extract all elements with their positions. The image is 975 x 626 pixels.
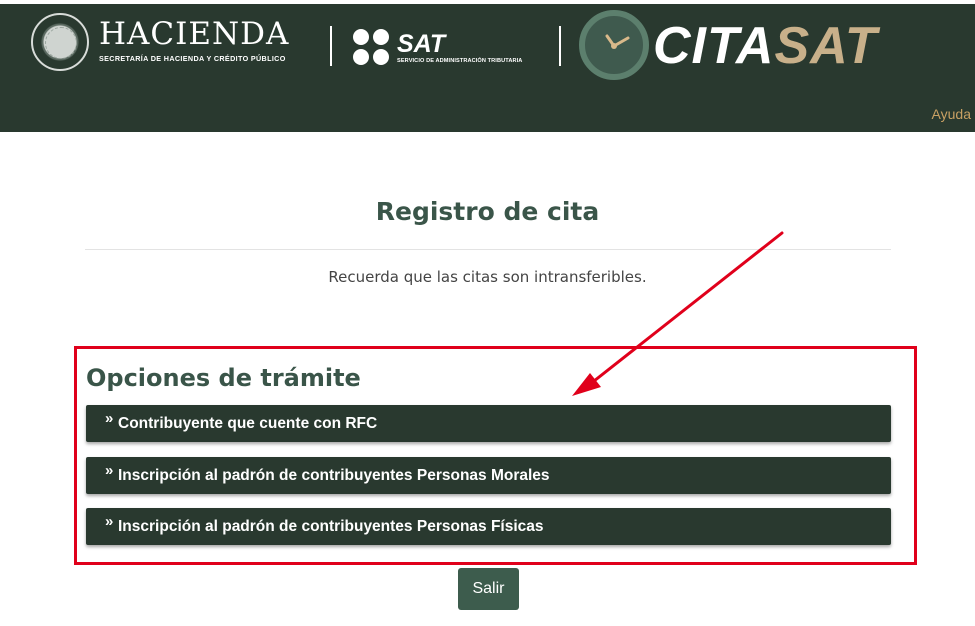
logo-divider [559, 26, 561, 66]
option-personas-morales-button[interactable]: » Inscripción al padrón de contribuyente… [86, 457, 891, 494]
help-link[interactable]: Ayuda [932, 106, 971, 122]
double-chevron-right-icon: » [105, 513, 114, 530]
hacienda-logo-text: HACIENDA [99, 16, 290, 52]
page-title: Registro de cita [375, 197, 600, 226]
notice-text: Recuerda que las citas son intransferibl… [328, 268, 647, 286]
sat-logo-text: SAT [397, 30, 446, 58]
clock-icon [579, 10, 649, 80]
citasat-logo-sat: SAT [774, 17, 878, 75]
sat-logo-icon [353, 29, 391, 67]
option-label: Contribuyente que cuente con RFC [118, 415, 378, 432]
sat-subtitle: SERVICIO DE ADMINISTRACIÓN TRIBUTARIA [397, 58, 523, 64]
hacienda-subtitle: SECRETARÍA DE HACIENDA Y CRÉDITO PÚBLICO [99, 54, 286, 63]
option-label: Inscripción al padrón de contribuyentes … [118, 467, 550, 484]
national-seal-icon [31, 13, 89, 71]
title-divider [85, 249, 891, 250]
option-personas-fisicas-button[interactable]: » Inscripción al padrón de contribuyente… [86, 508, 891, 545]
citasat-logo-cita: CITA [653, 17, 775, 75]
option-label: Inscripción al padrón de contribuyentes … [118, 518, 544, 535]
citasat-logo: CITASAT [653, 16, 878, 76]
option-contribuyente-rfc-button[interactable]: » Contribuyente que cuente con RFC [86, 405, 891, 442]
double-chevron-right-icon: » [105, 462, 114, 479]
logo-divider [330, 26, 332, 66]
double-chevron-right-icon: » [105, 410, 114, 427]
exit-button[interactable]: Salir [458, 568, 519, 610]
site-header: HACIENDA SECRETARÍA DE HACIENDA Y CRÉDIT… [0, 4, 975, 132]
options-heading: Opciones de trámite [86, 364, 361, 392]
